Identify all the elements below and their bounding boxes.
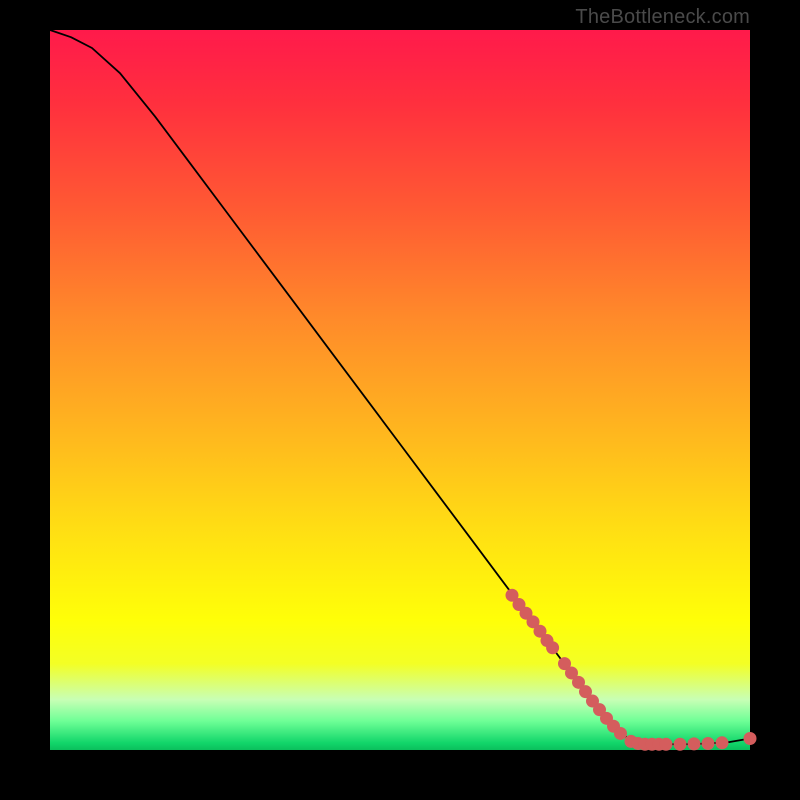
bottleneck-curve <box>50 30 750 744</box>
curve-svg <box>50 30 750 750</box>
data-marker <box>744 732 757 745</box>
marker-group <box>506 589 757 751</box>
data-marker <box>702 737 715 750</box>
data-marker <box>674 738 687 751</box>
plot-area <box>50 30 750 750</box>
data-marker <box>716 736 729 749</box>
data-marker <box>614 727 627 740</box>
watermark-text: TheBottleneck.com <box>575 6 750 29</box>
data-marker <box>660 738 673 751</box>
chart-frame: TheBottleneck.com <box>0 0 800 800</box>
data-marker <box>688 737 701 750</box>
data-marker <box>546 641 559 654</box>
